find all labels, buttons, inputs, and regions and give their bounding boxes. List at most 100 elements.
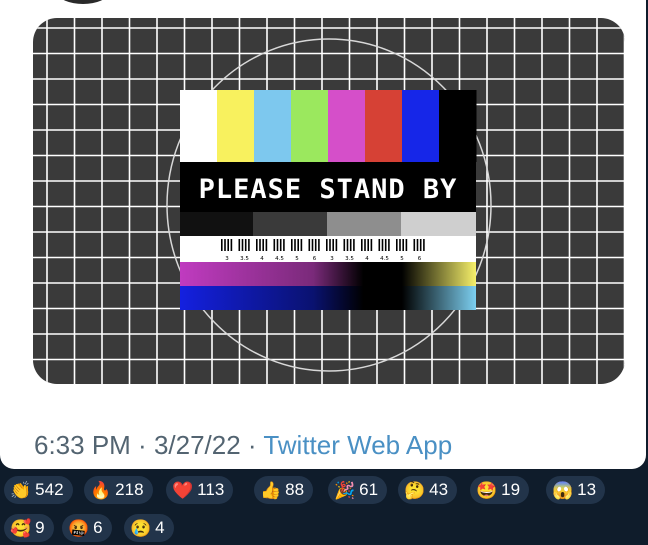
resolution-tick	[402, 239, 404, 251]
reaction-pill[interactable]: 🎉 61	[328, 476, 388, 504]
resolution-label: 6	[313, 256, 317, 262]
separator: ·	[130, 430, 154, 460]
reaction-emoji: 👍	[260, 480, 282, 500]
tweet-card: PLEASE STAND BY 3 3.5 4 4.5 5 6 3 3.5 4 4.5 5 6 6:3…	[0, 0, 646, 469]
resolution-tick	[291, 239, 293, 251]
resolution-tick	[318, 239, 320, 251]
resolution-label: 4.5	[275, 256, 284, 262]
resolution-tick	[367, 239, 369, 251]
reaction-count: 218	[115, 480, 144, 499]
gray-step-2	[327, 212, 401, 236]
reaction-pill[interactable]: 👍 88	[254, 476, 314, 504]
reaction-count: 43	[429, 480, 449, 499]
resolution-tick	[244, 239, 247, 251]
tweet-date[interactable]: 3/27/22	[154, 430, 241, 460]
reaction-pill[interactable]: 😢 4	[124, 514, 174, 542]
resolution-tick	[364, 239, 366, 251]
resolution-tick	[279, 239, 282, 251]
resolution-tick	[224, 239, 226, 251]
reaction-pill[interactable]: 🤔 43	[398, 476, 458, 504]
resolution-label: 4	[365, 256, 369, 262]
resolution-tick	[370, 239, 373, 251]
reaction-emoji: 🔥	[90, 480, 112, 500]
tweet-image[interactable]: PLEASE STAND BY 3 3.5 4 4.5 5 6 3 3.5 4 4.5 5 6	[33, 18, 625, 384]
banner-text: PLEASE STAND BY	[199, 174, 458, 205]
resolution-tick	[294, 239, 296, 251]
resolution-tick	[248, 239, 250, 251]
resolution-tick	[332, 239, 334, 251]
reaction-pill[interactable]: 🔥 218	[84, 476, 153, 504]
resolution-tick	[311, 239, 314, 251]
reaction-pill[interactable]: 🤩 19	[470, 476, 530, 504]
resolution-tick	[405, 239, 408, 251]
reaction-pill[interactable]: ❤️ 113	[166, 476, 234, 504]
resolution-tick	[388, 239, 390, 251]
color-bar	[291, 90, 329, 162]
resolution-tick	[346, 239, 349, 251]
resolution-tick	[343, 239, 346, 251]
resolution-label: 4	[260, 256, 264, 262]
gradient-bar-bottom	[180, 286, 476, 310]
resolution-tick	[256, 239, 258, 251]
resolution-tick	[413, 239, 416, 251]
resolution-tick	[384, 239, 387, 251]
reaction-count: 19	[501, 480, 521, 499]
color-bar	[328, 90, 366, 162]
resolution-tick	[381, 239, 384, 251]
gradient-bar-top	[180, 262, 476, 286]
reaction-emoji: 👏	[10, 480, 32, 500]
resolution-tick	[416, 239, 419, 251]
reaction-count: 113	[197, 480, 225, 499]
resolution-label: 4.5	[380, 256, 389, 262]
reaction-count: 88	[285, 480, 305, 499]
resolution-tick	[273, 239, 276, 251]
resolution-tick	[300, 239, 303, 251]
tweet-time[interactable]: 6:33 PM	[34, 430, 131, 460]
resolution-label: 3	[330, 256, 334, 262]
test-pattern-image: PLEASE STAND BY 3 3.5 4 4.5 5 6 3 3.5 4 4.5 5 6	[33, 18, 625, 384]
resolution-tick	[329, 239, 331, 251]
gray-step-1	[253, 212, 327, 236]
reaction-count: 4	[155, 518, 165, 537]
reaction-pill[interactable]: 👏 542	[4, 476, 73, 504]
resolution-tick	[396, 239, 398, 251]
resolution-tick	[314, 239, 317, 251]
resolution-tick	[227, 239, 229, 251]
resolution-tick	[399, 239, 401, 251]
reaction-pill[interactable]: 🤬 6	[62, 514, 112, 542]
separator: ·	[240, 430, 264, 460]
resolution-tick	[262, 239, 264, 251]
reaction-pill[interactable]: 😱 13	[546, 476, 606, 504]
resolution-tick	[326, 239, 328, 251]
tweet-timestamp: 6:33 PM · 3/27/22 · Twitter Web App	[34, 430, 452, 461]
reaction-count: 61	[359, 480, 379, 499]
resolution-tick	[423, 239, 425, 251]
color-bar	[402, 90, 440, 162]
tweet-source-link[interactable]: Twitter Web App	[263, 430, 452, 460]
resolution-label: 5	[400, 256, 404, 262]
resolution-label: 3.5	[345, 256, 354, 262]
reaction-emoji: 🥰	[10, 518, 32, 538]
resolution-tick	[419, 239, 422, 251]
color-bar	[365, 90, 403, 162]
reaction-emoji: 🤩	[476, 480, 498, 500]
color-bars	[180, 90, 477, 162]
resolution-label: 5	[295, 256, 299, 262]
resolution-tick	[297, 239, 299, 251]
reaction-emoji: 😱	[552, 480, 574, 500]
avatar[interactable]	[58, 0, 108, 4]
resolution-tick	[241, 239, 244, 251]
reaction-count: 6	[93, 518, 103, 537]
resolution-tick	[308, 239, 311, 251]
reaction-count: 542	[35, 480, 64, 499]
resolution-tick	[335, 239, 338, 251]
color-bar	[217, 90, 255, 162]
resolution-tick	[230, 239, 233, 251]
color-bar	[180, 90, 218, 162]
reaction-pill[interactable]: 🥰 9	[4, 514, 54, 542]
reaction-count: 13	[577, 480, 597, 499]
resolution-label: 3.5	[240, 256, 249, 262]
resolution-tick	[378, 239, 381, 251]
resolution-label: 3	[225, 256, 229, 262]
resolution-tick	[283, 239, 285, 251]
